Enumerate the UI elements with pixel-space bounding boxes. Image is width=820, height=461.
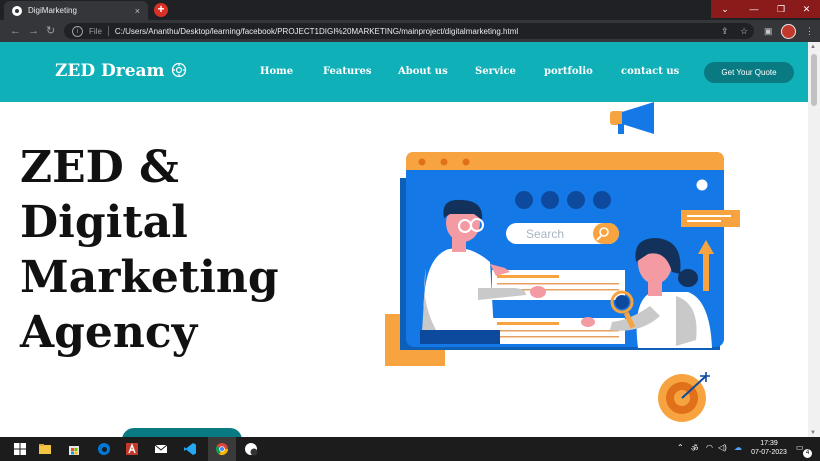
page-scrollbar[interactable]: ▲ ▼ [808,42,820,437]
new-tab-button[interactable]: + [154,3,168,17]
menu-kebab-icon[interactable]: ⋮ [805,25,814,37]
microsoft-store-icon[interactable] [67,442,81,456]
clock-time: 17:39 [760,440,778,447]
volume-icon[interactable]: ◁) [718,443,727,452]
target-icon [658,372,710,422]
vscode-icon[interactable] [183,442,197,456]
maximize-button[interactable]: ❐ [766,0,796,18]
autocad-icon[interactable] [125,442,139,456]
site-header: ZED Dream Home Features About us Service… [0,42,808,102]
notification-count-badge: 4 [803,449,812,458]
nav-service[interactable]: Service [475,66,516,77]
address-scheme-label: File [89,26,102,36]
sidepanel-icon[interactable]: ▣ [764,25,773,37]
share-icon[interactable]: ⇪ [721,25,729,37]
nav-features[interactable]: Features [323,66,372,77]
hero-title-line: Agency [20,307,198,358]
browser-tab-strip: DigiMarketing × + ⌄ — ❐ ✕ [0,0,820,20]
file-explorer-icon[interactable] [38,442,52,456]
reload-icon[interactable]: ↻ [46,24,55,38]
browser-tab[interactable]: DigiMarketing × [4,1,148,20]
scroll-down-arrow-icon[interactable]: ▼ [810,430,816,436]
globe-icon [12,5,22,16]
hero-title-line: Marketing [20,252,279,303]
nav-home[interactable]: Home [260,66,293,77]
taskbar-clock[interactable]: 17:39 07-07-2023 [750,439,788,457]
address-divider [107,26,109,36]
profile-avatar[interactable] [781,24,796,39]
search-placeholder: Search [526,227,564,241]
site-logo[interactable]: ZED Dream [55,61,165,81]
chrome-profile-icon[interactable] [244,442,258,456]
close-window-button[interactable]: ✕ [793,0,820,18]
edge-browser-icon[interactable] [97,442,111,456]
mail-icon[interactable] [154,442,168,456]
tab-title: DigiMarketing [28,6,77,15]
tab-close-icon[interactable]: × [135,6,140,16]
chrome-icon[interactable] [215,442,229,456]
minimize-button[interactable]: — [739,0,769,18]
get-quote-button[interactable]: Get Your Quote [704,62,794,83]
language-indicator-icon[interactable]: ॐ [691,443,698,454]
info-icon[interactable]: i [72,25,83,37]
scroll-thumb[interactable] [811,54,817,106]
onedrive-icon[interactable]: ☁ [734,443,742,452]
nav-portfolio[interactable]: portfolio [544,66,593,77]
tab-search-button[interactable]: ⌄ [711,0,739,18]
url-text[interactable]: C:/Users/Ananthu/Desktop/learning/facebo… [115,27,518,36]
tray-expand-icon[interactable]: ⌃ [677,443,684,452]
marketing-illustration: Search [385,102,740,422]
hero-title-line: Digital [20,197,188,248]
scroll-up-arrow-icon[interactable]: ▲ [810,44,816,50]
megaphone-icon [610,102,654,134]
bookmark-star-icon[interactable]: ☆ [740,25,748,37]
forward-arrow-icon[interactable]: → [28,24,39,38]
brain-gear-icon [171,62,187,78]
network-icon[interactable]: ◠ [706,443,713,452]
back-arrow-icon[interactable]: ← [10,24,21,38]
hero-title-line: ZED & [20,142,179,193]
browser-toolbar: ← → ↻ i File C:/Users/Ananthu/Desktop/le… [0,20,820,42]
nav-about-us[interactable]: About us [398,66,448,77]
windows-start-icon[interactable] [13,442,27,456]
hero-title: ZED & Digital Marketing Agency [20,140,340,360]
nav-contact-us[interactable]: contact us [621,66,679,77]
address-bar[interactable]: i File C:/Users/Ananthu/Desktop/learning… [64,23,754,39]
clock-date: 07-07-2023 [751,449,787,456]
taskbar: ⌃ ॐ ◠ ◁) ☁ 17:39 07-07-2023 ▭ 4 [0,437,820,461]
